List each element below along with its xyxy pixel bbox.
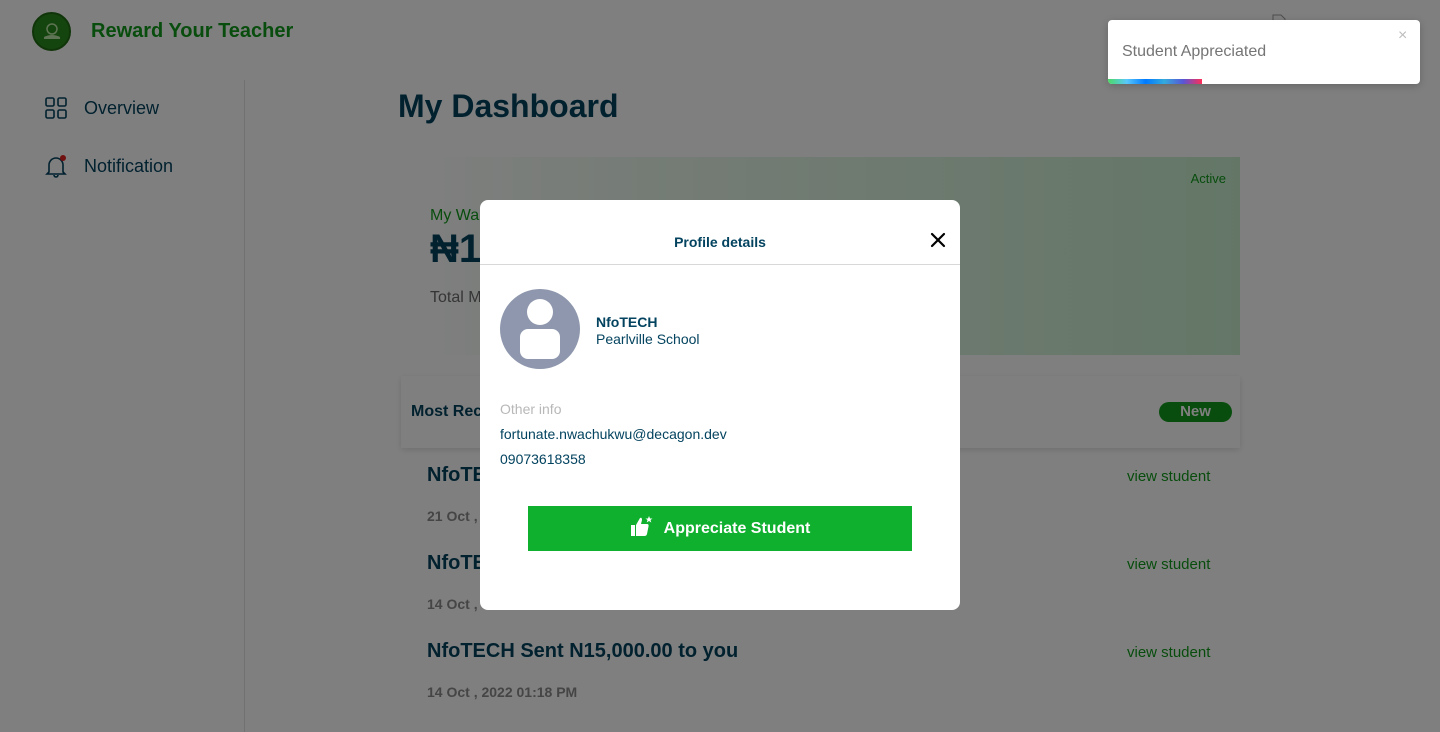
close-icon[interactable]: × [1398, 27, 1407, 45]
avatar-body [520, 329, 560, 359]
appreciate-button-label: Appreciate Student [663, 519, 811, 537]
email-value: fortunate.nwachukwu@decagon.dev [500, 426, 727, 442]
avatar [500, 289, 580, 369]
toast-notification: Student Appreciated × [1108, 20, 1420, 84]
modal-title: Profile details [674, 234, 766, 250]
profile-details-modal: Profile details NfoTECH Pearlville Schoo… [480, 200, 960, 610]
thumbs-up-icon [630, 515, 654, 542]
other-info-label: Other info [500, 401, 562, 417]
avatar-head [527, 299, 553, 325]
profile-school: Pearlville School [596, 331, 700, 347]
toast-message: Student Appreciated [1122, 43, 1267, 60]
close-icon[interactable] [928, 230, 948, 250]
toast-progress-bar [1108, 79, 1202, 84]
modal-header: Profile details [480, 200, 960, 265]
phone-value: 09073618358 [500, 451, 586, 467]
profile-name: NfoTECH [596, 314, 658, 330]
appreciate-student-button[interactable]: Appreciate Student [528, 506, 912, 551]
